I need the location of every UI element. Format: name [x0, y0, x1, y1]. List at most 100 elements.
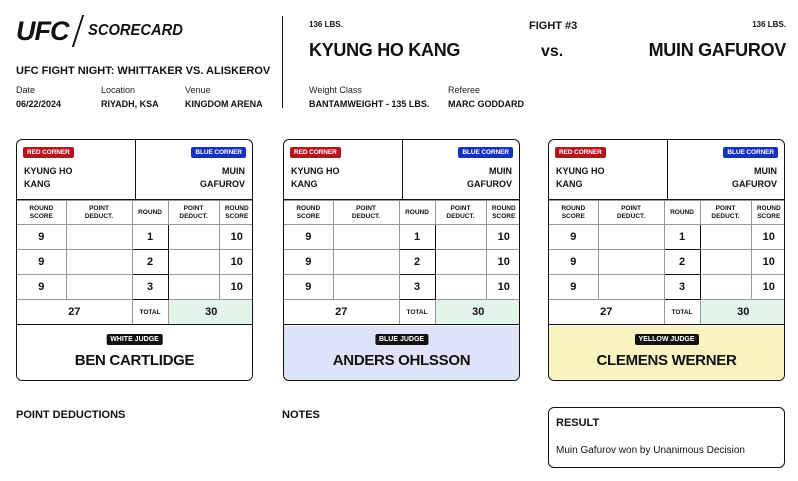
blue-round-score-header: ROUND SCORE [485, 200, 519, 225]
blue-point-deduct [699, 224, 752, 250]
weight-class-value: BANTAMWEIGHT - 135 LBS. [309, 99, 430, 109]
red-round-score: 9 [284, 274, 334, 300]
red-fighter-label: KYUNG HO KANG [556, 166, 605, 189]
blue-fighter-label: MUIN GAFUROV [732, 166, 777, 189]
judge-name: CLEMENS WERNER [596, 352, 737, 369]
round-row: 9 1 10 [549, 224, 784, 250]
red-round-score-header: ROUND SCORE [549, 200, 599, 225]
round-number: 1 [663, 224, 701, 250]
score-table: ROUND SCORE POINT DEDUCT. ROUND POINT DEDUC… [549, 200, 784, 325]
blue-total-score: 30 [167, 299, 252, 325]
blue-point-deduct-header: POINT DEDUCT. [167, 200, 220, 225]
round-row: 9 1 10 [17, 224, 252, 250]
blue-round-score: 10 [218, 224, 252, 250]
blue-corner-badge: BLUE CORNER [458, 147, 513, 158]
total-label: TOTAL [131, 299, 169, 325]
total-label: TOTAL [663, 299, 701, 325]
round-number: 3 [398, 274, 436, 300]
score-table-header: ROUND SCORE POINT DEDUCT. ROUND POINT DEDUC… [17, 200, 252, 225]
blue-round-score: 10 [750, 274, 784, 300]
red-corner-badge: RED CORNER [290, 147, 341, 158]
total-row: 27 TOTAL 30 [17, 299, 252, 325]
blue-point-deduct [434, 224, 487, 250]
vs-text: vs. [541, 43, 564, 60]
total-row: 27 TOTAL 30 [549, 299, 784, 325]
blue-round-score: 10 [485, 249, 519, 275]
round-header: ROUND [398, 200, 436, 225]
venue-value: KINGDOM ARENA [185, 99, 263, 109]
total-row: 27 TOTAL 30 [284, 299, 519, 325]
round-number: 1 [131, 224, 169, 250]
blue-round-score-header: ROUND SCORE [750, 200, 784, 225]
round-number: 3 [131, 274, 169, 300]
round-number: 3 [663, 274, 701, 300]
blue-round-score: 10 [485, 274, 519, 300]
blue-point-deduct [167, 274, 220, 300]
judge-name: BEN CARTLIDGE [74, 352, 195, 369]
card-fighters-header: RED CORNER KYUNG HO KANG BLUE CORNER MUIN… [549, 140, 784, 200]
red-point-deduct [332, 274, 400, 300]
red-fighter-label: KYUNG HO KANG [291, 166, 340, 189]
card-fighters-header: RED CORNER KYUNG HO KANG BLUE CORNER MUIN… [284, 140, 519, 200]
event-title: UFC FIGHT NIGHT: WHITTAKER VS. ALISKEROV [16, 65, 271, 77]
red-fighter-label: KYUNG HO KANG [24, 166, 73, 189]
card-fighters-header: RED CORNER KYUNG HO KANG BLUE CORNER MUIN… [17, 140, 252, 200]
blue-round-score: 10 [218, 274, 252, 300]
red-point-deduct [597, 224, 665, 250]
red-point-deduct [597, 249, 665, 275]
red-round-score-header: ROUND SCORE [17, 200, 67, 225]
point-deductions-heading: POINT DEDUCTIONS [16, 409, 126, 421]
judge-area: WHITE JUDGE BEN CARTLIDGE [17, 326, 252, 380]
blue-fighter-label: MUIN GAFUROV [467, 166, 512, 189]
blue-point-deduct [434, 274, 487, 300]
blue-fighter-name: MUIN GAFUROV [648, 40, 787, 60]
round-number: 2 [663, 249, 701, 275]
judge-scorecard-1: RED CORNER KYUNG HO KANG BLUE CORNER MUIN… [16, 139, 253, 381]
judge-color-badge: YELLOW JUDGE [634, 334, 699, 345]
result-text: Muin Gafurov won by Unanimous Decision [556, 445, 745, 456]
date-label: Date [16, 85, 36, 95]
blue-point-deduct [699, 274, 752, 300]
result-box: RESULT Muin Gafurov won by Unanimous Dec… [548, 407, 785, 468]
judge-color-badge: WHITE JUDGE [106, 334, 163, 345]
blue-round-score: 10 [750, 224, 784, 250]
red-point-deduct [65, 249, 133, 275]
judge-area: BLUE JUDGE ANDERS OHLSSON [284, 326, 519, 380]
judge-name: ANDERS OHLSSON [332, 352, 471, 369]
round-number: 2 [398, 249, 436, 275]
red-round-score: 9 [284, 224, 334, 250]
red-point-deduct [332, 249, 400, 275]
red-point-deduct [65, 274, 133, 300]
round-row: 9 3 10 [17, 274, 252, 300]
logo-divider [71, 15, 84, 47]
blue-point-deduct-header: POINT DEDUCT. [699, 200, 752, 225]
score-table: ROUND SCORE POINT DEDUCT. ROUND POINT DEDUC… [284, 200, 519, 325]
blue-point-deduct [167, 249, 220, 275]
blue-corner-badge: BLUE CORNER [191, 147, 246, 158]
referee-value: MARC GODDARD [448, 99, 524, 109]
round-row: 9 1 10 [284, 224, 519, 250]
round-row: 9 2 10 [284, 249, 519, 275]
red-corner-badge: RED CORNER [23, 147, 74, 158]
fight-number: FIGHT #3 [529, 20, 578, 32]
judge-scorecard-2: RED CORNER KYUNG HO KANG BLUE CORNER MUIN… [283, 139, 520, 381]
red-point-deduct-header: POINT DEDUCT. [597, 200, 665, 225]
red-round-score-header: ROUND SCORE [284, 200, 334, 225]
red-round-score: 9 [549, 224, 599, 250]
round-header: ROUND [131, 200, 169, 225]
red-total-score: 27 [17, 299, 133, 325]
round-row: 9 2 10 [17, 249, 252, 275]
round-number: 2 [131, 249, 169, 275]
round-row: 9 2 10 [549, 249, 784, 275]
notes-heading: NOTES [282, 409, 320, 421]
blue-round-score: 10 [218, 249, 252, 275]
date-value: 06/22/2024 [16, 99, 62, 109]
score-table: ROUND SCORE POINT DEDUCT. ROUND POINT DEDUC… [17, 200, 252, 325]
red-point-deduct-header: POINT DEDUCT. [332, 200, 400, 225]
blue-round-score: 10 [485, 224, 519, 250]
red-point-deduct [332, 224, 400, 250]
total-label: TOTAL [398, 299, 436, 325]
red-round-score: 9 [17, 224, 67, 250]
red-round-score: 9 [549, 274, 599, 300]
blue-point-deduct [699, 249, 752, 275]
